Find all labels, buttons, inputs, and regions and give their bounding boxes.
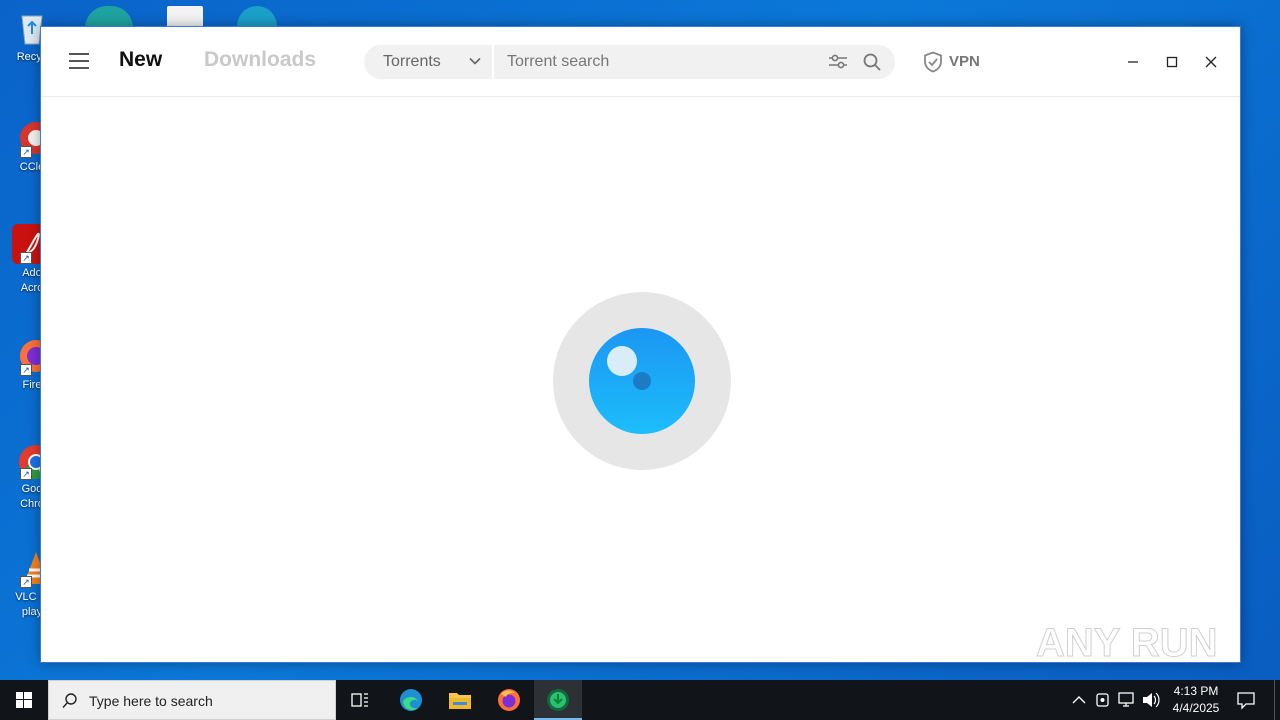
search-icon [62, 693, 77, 708]
clock-time: 4:13 PM [1173, 684, 1219, 698]
app-content [41, 98, 1240, 662]
taskbar-file-explorer[interactable] [436, 680, 484, 720]
shortcut-arrow-icon: ↗ [20, 576, 32, 588]
watermark-text: ANY RUN [1036, 621, 1218, 665]
category-dropdown[interactable]: Torrents [364, 45, 494, 79]
filter-settings-icon[interactable] [828, 53, 848, 71]
taskbar-search-placeholder: Type here to search [89, 693, 213, 709]
windows-logo-icon [16, 692, 32, 708]
task-view-button[interactable] [336, 680, 384, 720]
network-icon[interactable] [1117, 680, 1137, 720]
volume-icon[interactable] [1141, 680, 1161, 720]
edge-icon [400, 689, 422, 711]
torrent-client-icon [547, 689, 569, 711]
taskbar-torrent-client[interactable] [534, 680, 582, 720]
taskbar-edge[interactable] [387, 680, 435, 720]
clock-date: 4/4/2025 [1172, 701, 1220, 715]
maximize-icon[interactable] [1158, 48, 1186, 76]
category-label: Torrents [383, 53, 441, 70]
app-titlebar: New Downloads Torrents Torrent search VP… [41, 27, 1240, 97]
vpn-label: VPN [949, 53, 980, 70]
file-explorer-icon [449, 693, 471, 709]
chevron-down-icon [469, 57, 481, 65]
printer-desktop-icon[interactable] [167, 6, 203, 28]
shortcut-arrow-icon: ↗ [20, 468, 32, 480]
shortcut-arrow-icon: ↗ [20, 252, 32, 264]
menu-icon[interactable] [69, 52, 91, 70]
torrent-app-window: New Downloads Torrents Torrent search VP… [40, 26, 1241, 663]
show-desktop-button[interactable] [1274, 680, 1280, 720]
taskbar-search-box[interactable]: Type here to search [48, 680, 336, 720]
firefox-icon [498, 689, 520, 711]
task-view-icon [351, 693, 368, 707]
search-input[interactable] [507, 50, 817, 74]
shortcut-arrow-icon: ↗ [20, 146, 32, 158]
minimize-icon[interactable] [1119, 48, 1147, 76]
search-icon[interactable] [862, 52, 882, 72]
taskbar: Type here to search 4:13 PM 4/4/2025 [0, 680, 1280, 720]
shortcut-arrow-icon: ↗ [20, 364, 32, 376]
taskbar-firefox[interactable] [485, 680, 533, 720]
search-bar: Torrents [364, 45, 895, 79]
app-desktop-icon[interactable] [237, 6, 277, 28]
anyrun-watermark: ANY RUN [1036, 621, 1218, 666]
meet-now-icon[interactable] [1094, 680, 1112, 720]
desktop-top-icons [85, 0, 285, 28]
start-button[interactable] [0, 680, 48, 720]
notifications-icon[interactable] [1236, 690, 1256, 710]
tab-downloads[interactable]: Downloads [204, 48, 316, 72]
taskbar-clock[interactable]: 4:13 PM 4/4/2025 [1160, 683, 1232, 717]
shield-icon [924, 51, 942, 73]
loading-spinner-icon [553, 292, 731, 470]
edge-desktop-icon[interactable] [85, 6, 133, 28]
tab-new[interactable]: New [119, 48, 162, 72]
close-icon[interactable] [1197, 48, 1225, 76]
chevron-up-icon[interactable] [1070, 680, 1088, 720]
